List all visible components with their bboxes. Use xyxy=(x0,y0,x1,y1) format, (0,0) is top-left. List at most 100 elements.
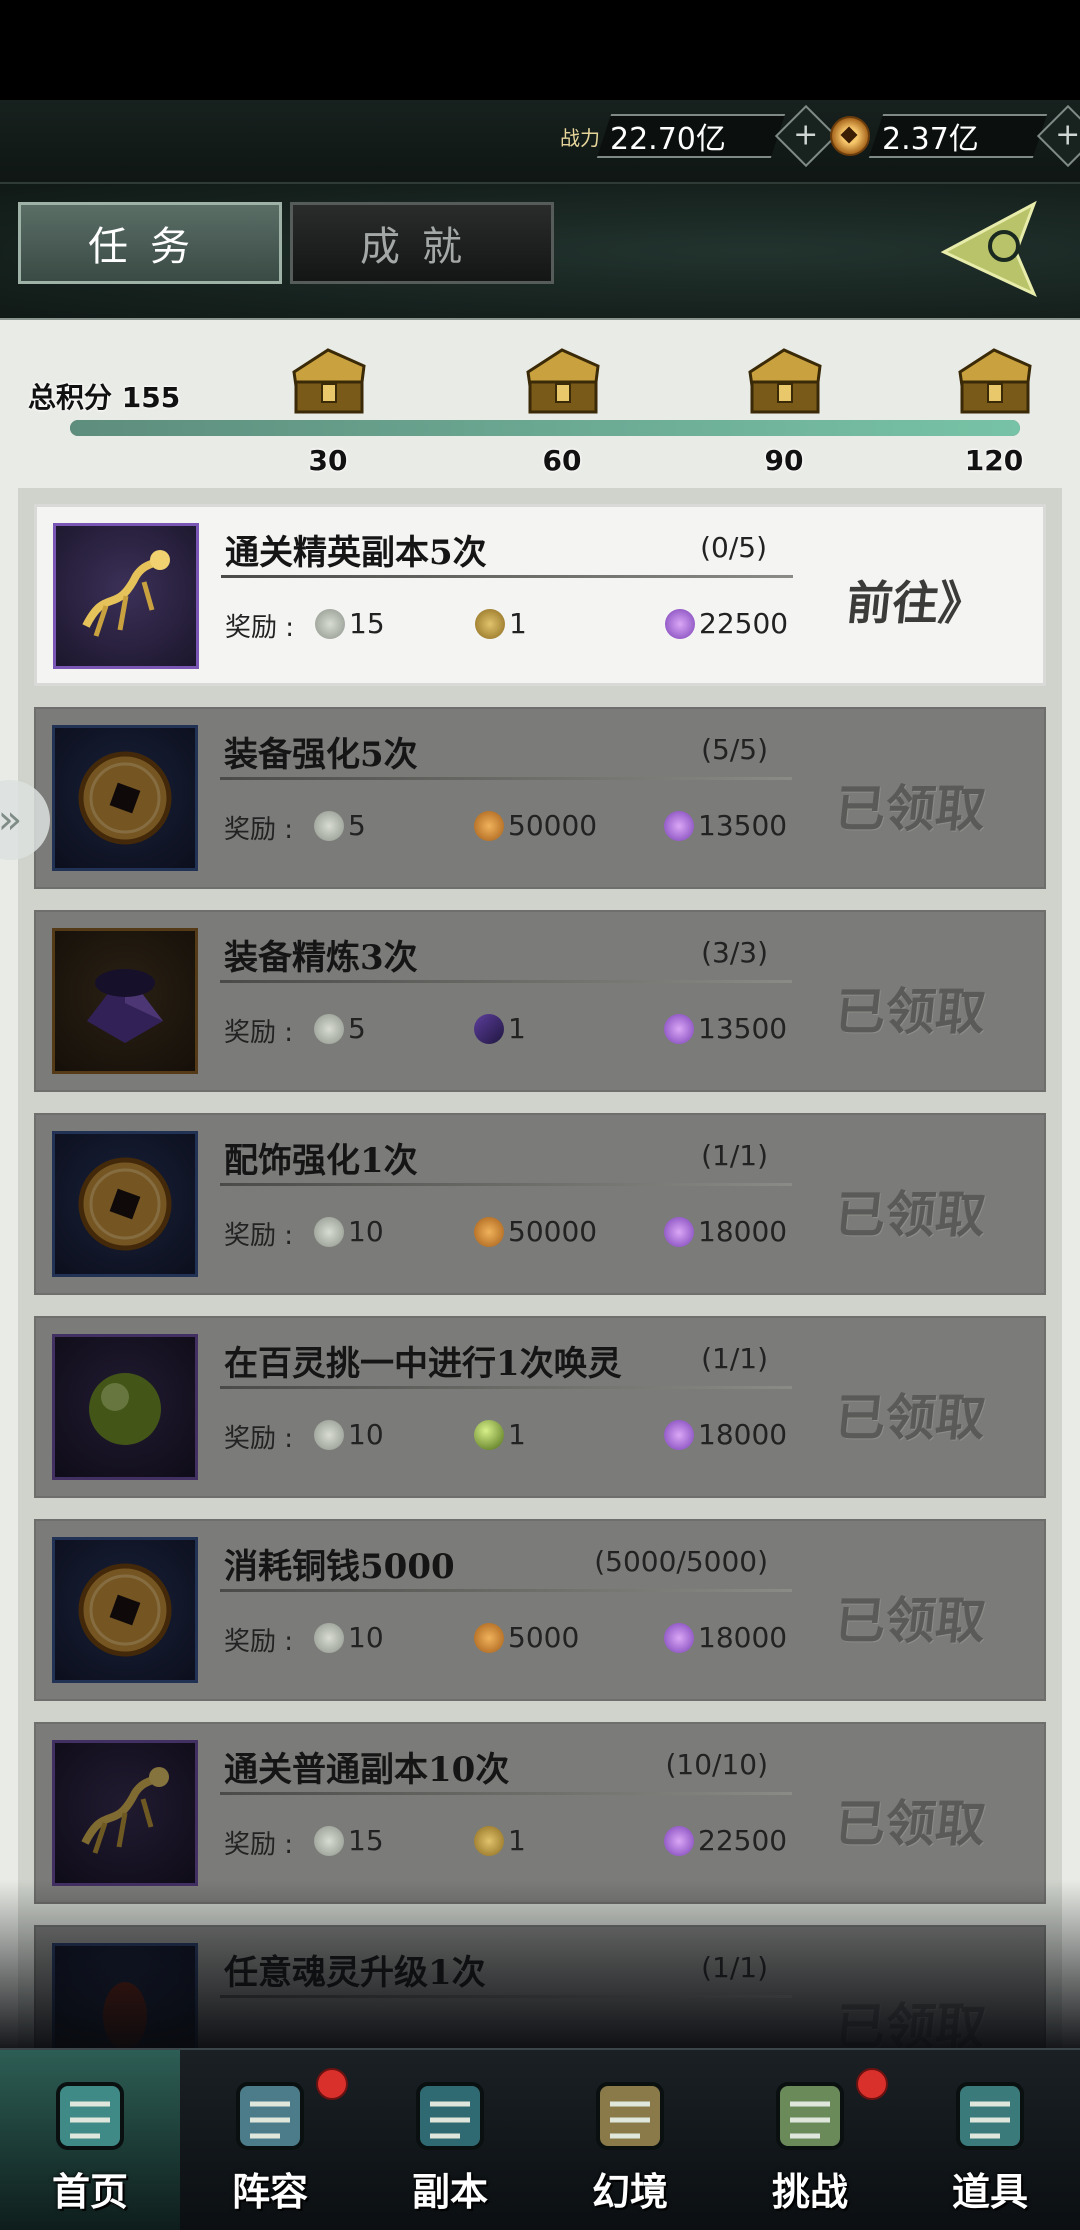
jade-icon xyxy=(314,1013,344,1044)
task-row[interactable]: 消耗铜钱5000 (5000/5000) 奖励 : 10 5000 18000 已领取 xyxy=(34,1519,1046,1701)
reward-value: 5 xyxy=(348,809,366,842)
reward-value: 10 xyxy=(348,1215,384,1248)
claimed-stamp: 已领取 xyxy=(832,779,989,838)
power-label: 战力 xyxy=(560,125,600,150)
score-progress-bar xyxy=(70,420,1020,436)
nav-label: 挑战 xyxy=(771,2170,848,2214)
claimed-stamp: 已领取 xyxy=(832,982,989,1041)
task-panel: 总积分 155 30 60 90 120 通关精英副本5次 (0/5) 奖励 :15 1 22… xyxy=(0,320,1080,2048)
notification-dot xyxy=(316,2068,348,2100)
reward-chest-icon[interactable] xyxy=(952,342,1036,416)
item-bag-icon xyxy=(956,2082,1024,2150)
go-button[interactable]: 前往》 xyxy=(844,567,989,633)
nav-item[interactable]: 挑战 xyxy=(720,2050,900,2230)
reward-label: 奖励 : xyxy=(225,613,295,643)
purple-crystal-icon xyxy=(665,608,695,639)
reward-item: 5000 xyxy=(474,1621,579,1654)
reward-chest-icon[interactable] xyxy=(742,342,826,416)
reward-value: 15 xyxy=(349,607,385,640)
rewards-row: 奖励 : 15 1 22500 xyxy=(225,607,805,647)
reward-item: 22500 xyxy=(665,607,788,640)
coin-display: 2.37亿 + xyxy=(830,104,1080,168)
nav-label: 幻境 xyxy=(591,2170,668,2214)
reward-chest-icon[interactable] xyxy=(286,342,370,416)
claimed-stamp: 已领取 xyxy=(832,1591,989,1650)
milestone-value: 30 xyxy=(308,444,348,477)
tab-tasks[interactable]: 任务 xyxy=(18,202,282,284)
rewards-row: 奖励 : 5 1 13500 xyxy=(224,1012,804,1052)
purple-crystal-icon xyxy=(664,1216,694,1247)
task-row[interactable]: 配饰强化1次 (1/1) 奖励 : 10 50000 18000 已领取 xyxy=(34,1113,1046,1295)
task-progress: (1/1) xyxy=(701,1342,768,1375)
bottom-nav: 首页 阵容 副本 幻境 挑战 道具 xyxy=(0,2048,1080,2230)
reward-value: 13500 xyxy=(698,809,788,842)
list-fade xyxy=(0,1880,1080,2048)
task-row[interactable]: 装备精炼3次 (3/3) 奖励 : 5 1 13500 已领取 xyxy=(34,910,1046,1092)
task-title: 消耗铜钱5000 xyxy=(224,1547,455,1587)
refine-gem-icon xyxy=(474,1013,504,1044)
purple-crystal-icon xyxy=(664,1013,694,1044)
reward-value: 22500 xyxy=(698,1824,788,1857)
nav-item[interactable]: 幻境 xyxy=(540,2050,720,2230)
reward-value: 1 xyxy=(508,1418,526,1451)
jade-icon xyxy=(314,1622,344,1653)
coin-icon xyxy=(830,116,870,156)
reward-value: 10 xyxy=(348,1621,384,1654)
title-divider xyxy=(221,575,793,578)
reward-item: 10 xyxy=(314,1418,384,1451)
lineup-book-icon xyxy=(236,2082,304,2150)
nav-item[interactable]: 阵容 xyxy=(180,2050,360,2230)
reward-item: 18000 xyxy=(664,1418,787,1451)
copper-coin-icon xyxy=(474,1216,504,1247)
reward-value: 50000 xyxy=(508,1215,598,1248)
reward-label: 奖励 : xyxy=(224,1018,294,1048)
title-divider xyxy=(220,1792,792,1795)
reward-item: 13500 xyxy=(664,809,787,842)
reward-value: 50000 xyxy=(508,809,598,842)
home-pavilion-icon xyxy=(56,2082,124,2150)
title-divider xyxy=(220,1386,792,1389)
reward-item: 18000 xyxy=(664,1215,787,1248)
task-row[interactable]: 通关普通副本10次 (10/10) 奖励 : 15 1 22500 已领取 xyxy=(34,1722,1046,1904)
task-row[interactable]: 装备强化5次 (5/5) 奖励 : 5 50000 13500 已领取 xyxy=(34,707,1046,889)
task-row[interactable]: 通关精英副本5次 (0/5) 奖励 : 15 1 22500 前往》 xyxy=(34,504,1046,686)
reward-item: 10 xyxy=(314,1621,384,1654)
task-row[interactable]: 在百灵挑一中进行1次唤灵 (1/1) 奖励 : 10 1 18000 已领取 xyxy=(34,1316,1046,1498)
nav-item[interactable]: 道具 xyxy=(900,2050,1080,2230)
task-title: 装备精炼3次 xyxy=(224,938,418,978)
reward-value: 22500 xyxy=(699,607,789,640)
task-progress: (0/5) xyxy=(700,531,767,564)
score-progress-fill xyxy=(70,420,1020,436)
purple-crystal-icon xyxy=(664,1419,694,1450)
nav-item[interactable]: 副本 xyxy=(360,2050,540,2230)
claimed-stamp: 已领取 xyxy=(832,1185,989,1244)
reward-item: 1 xyxy=(474,1418,526,1451)
milestone-value: 60 xyxy=(542,444,582,477)
back-arrow-icon[interactable] xyxy=(934,194,1054,304)
reward-value: 18000 xyxy=(698,1215,788,1248)
green-orb-icon xyxy=(474,1419,504,1450)
reward-item: 13500 xyxy=(664,1012,787,1045)
reward-chest-icon[interactable] xyxy=(520,342,604,416)
dragon-scroll-icon xyxy=(474,1825,504,1856)
nav-item[interactable]: 首页 xyxy=(0,2050,180,2230)
title-divider xyxy=(220,1589,792,1592)
nav-label: 副本 xyxy=(411,2170,488,2214)
resource-bar: 战力 22.70亿 + 2.37亿 + xyxy=(0,100,1080,184)
rewards-row: 奖励 : 5 50000 13500 xyxy=(224,809,804,849)
tab-bar: 任务 成就 xyxy=(0,184,1080,321)
task-thumbnail xyxy=(52,1131,198,1277)
reward-item: 5 xyxy=(314,1012,366,1045)
reward-label: 奖励 : xyxy=(224,1221,294,1251)
purple-crystal-icon xyxy=(664,1622,694,1653)
rewards-row: 奖励 : 10 1 18000 xyxy=(224,1418,804,1458)
reward-value: 1 xyxy=(508,1824,526,1857)
reward-label: 奖励 : xyxy=(224,1830,294,1860)
reward-item: 15 xyxy=(314,1824,384,1857)
nav-label: 道具 xyxy=(951,2170,1028,2214)
claimed-stamp: 已领取 xyxy=(832,1388,989,1447)
task-thumbnail xyxy=(52,928,198,1074)
power-value: 22.70亿 xyxy=(610,122,726,157)
tab-achievements[interactable]: 成就 xyxy=(290,202,554,284)
rewards-row: 奖励 : 10 50000 18000 xyxy=(224,1215,804,1255)
